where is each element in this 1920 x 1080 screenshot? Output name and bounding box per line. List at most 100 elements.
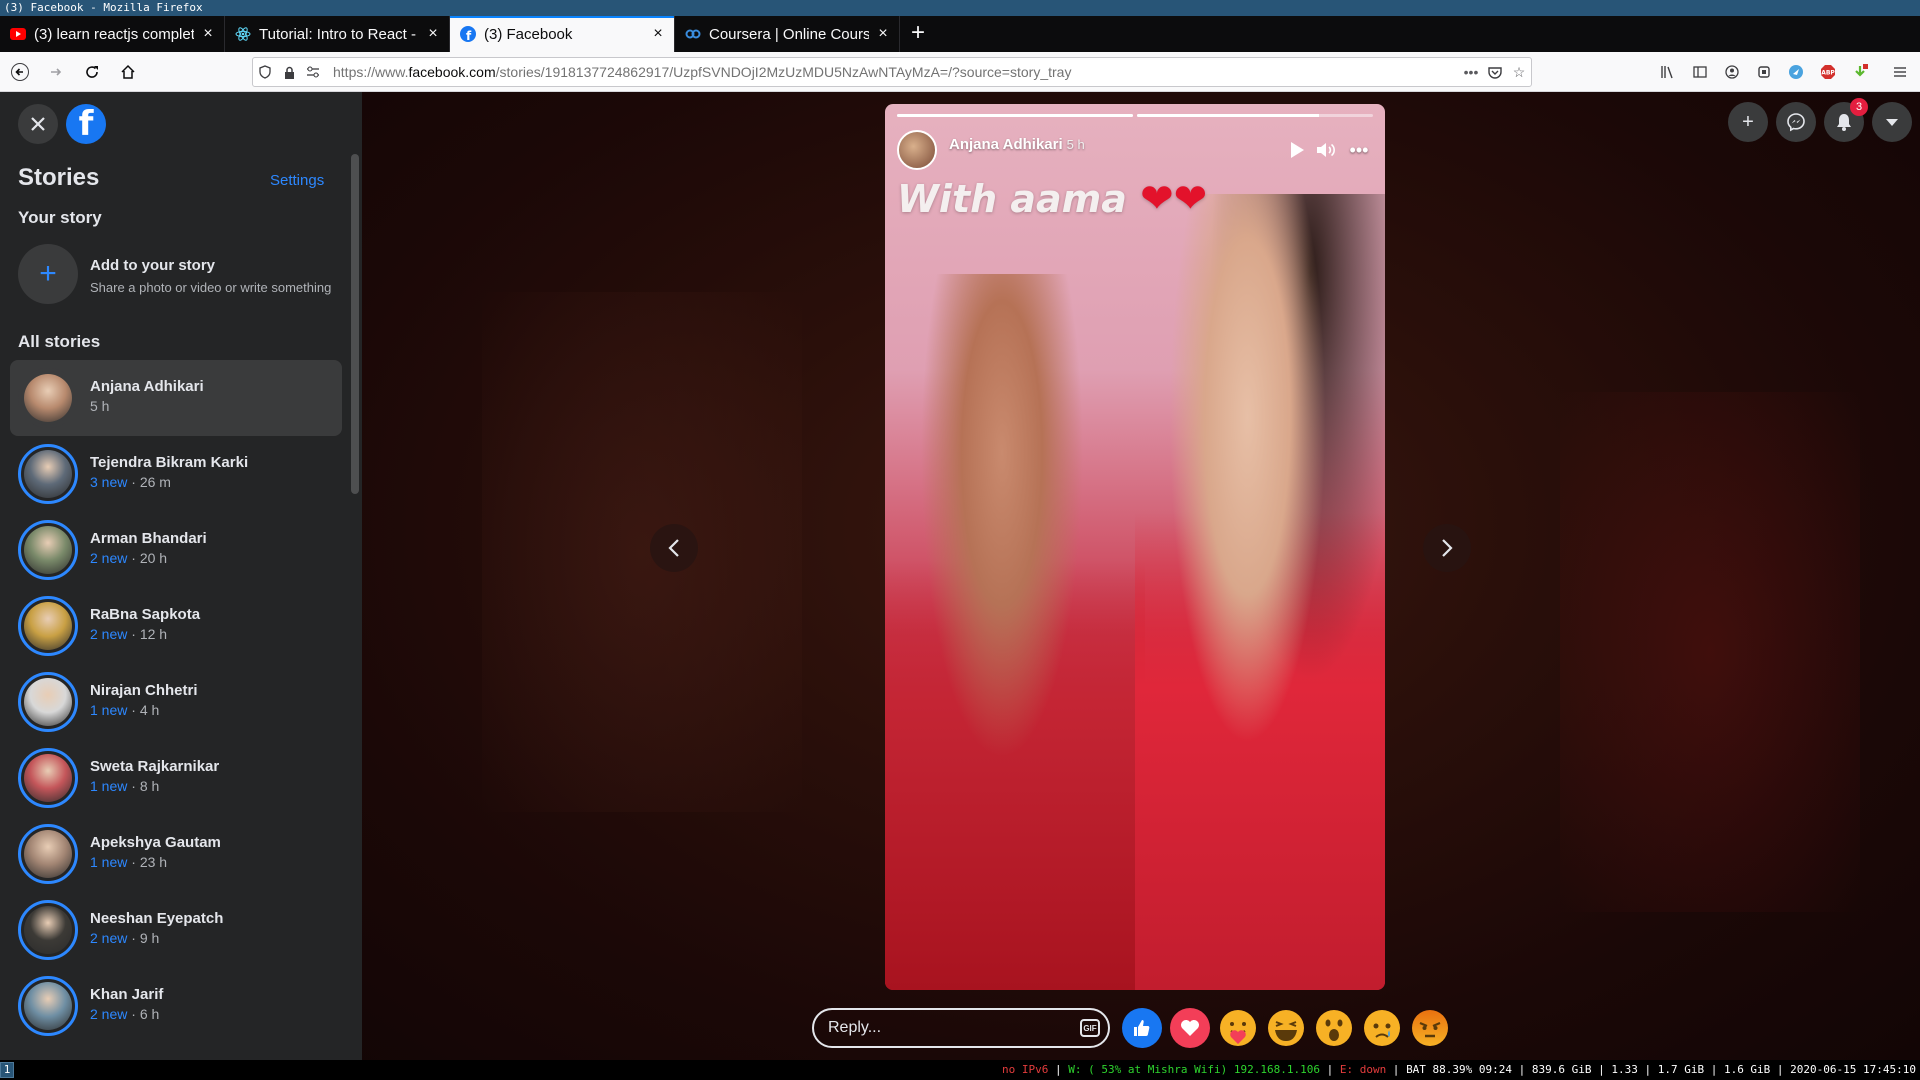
home-button[interactable] bbox=[112, 56, 144, 88]
tab-label: (3) Facebook bbox=[484, 25, 573, 43]
story-card[interactable]: Anjana Adhikari 5 h ••• With aama ❤❤ bbox=[885, 104, 1385, 990]
tracking-protection-icon[interactable] bbox=[253, 60, 277, 84]
story-item[interactable]: Nirajan Chhetri 1 new · 4 h bbox=[10, 664, 342, 740]
sidebar-scrollbar[interactable] bbox=[351, 154, 359, 1060]
status-items: no IPv6 | W: ( 53% at Mishra Wifi) 192.1… bbox=[1002, 1063, 1916, 1076]
page-actions-icon[interactable]: ••• bbox=[1459, 60, 1483, 84]
lock-icon[interactable] bbox=[277, 60, 301, 84]
close-icon[interactable]: × bbox=[200, 26, 216, 42]
play-button[interactable] bbox=[1281, 134, 1313, 166]
create-button[interactable]: + bbox=[1728, 102, 1768, 142]
hamburger-menu-icon[interactable] bbox=[1884, 56, 1916, 88]
notifications-button[interactable]: 3 bbox=[1824, 98, 1868, 142]
avatar[interactable] bbox=[18, 900, 78, 960]
tab-youtube[interactable]: (3) learn reactjs complet × bbox=[0, 16, 225, 52]
story-item[interactable]: Tejendra Bikram Karki 3 new · 26 m bbox=[10, 436, 342, 512]
story-meta: 1 new · 4 h bbox=[90, 702, 160, 718]
story-meta: 2 new · 12 h bbox=[90, 626, 168, 642]
avatar[interactable] bbox=[18, 672, 78, 732]
next-story-button[interactable] bbox=[1423, 524, 1471, 572]
your-story-heading: Your story bbox=[18, 208, 102, 227]
story-time: 12 h bbox=[139, 626, 168, 642]
angry-reaction-icon[interactable] bbox=[1410, 1008, 1450, 1048]
extension-bird-icon[interactable] bbox=[1780, 56, 1812, 88]
pocket-icon[interactable] bbox=[1483, 60, 1507, 84]
adblock-icon[interactable]: ABP bbox=[1812, 56, 1844, 88]
avatar-image bbox=[24, 754, 72, 802]
story-item[interactable]: Sweta Rajkarnikar 1 new · 8 h bbox=[10, 740, 342, 816]
reload-button[interactable] bbox=[76, 56, 108, 88]
bookmark-star-icon[interactable]: ☆ bbox=[1507, 60, 1531, 84]
stories-heading: Stories bbox=[18, 164, 100, 191]
avatar[interactable] bbox=[18, 976, 78, 1036]
close-stories-button[interactable] bbox=[18, 104, 58, 144]
reply-input[interactable] bbox=[828, 1019, 1068, 1037]
wifi-status: W: ( 53% at Mishra Wifi) 192.168.1.106 bbox=[1068, 1063, 1320, 1076]
download-extension-icon[interactable] bbox=[1844, 56, 1876, 88]
avatar-image bbox=[24, 830, 72, 878]
url-bar[interactable]: https://www.facebook.com/stories/1918137… bbox=[252, 57, 1532, 87]
story-item[interactable]: Arman Bhandari 2 new · 20 h bbox=[10, 512, 342, 588]
url-text[interactable]: https://www.facebook.com/stories/1918137… bbox=[333, 64, 1459, 80]
story-author[interactable]: Anjana Adhikari 5 h bbox=[949, 136, 1085, 153]
story-list: Anjana Adhikari 5 h Tejendra Bikram Karki 3… bbox=[10, 360, 342, 1044]
scrollbar-thumb[interactable] bbox=[351, 154, 359, 494]
author-avatar[interactable] bbox=[897, 130, 937, 170]
story-author-name: RaBna Sapkota bbox=[90, 606, 201, 623]
workspace-button[interactable]: 1 bbox=[0, 1062, 14, 1078]
account-icon[interactable] bbox=[1716, 56, 1748, 88]
previous-story-button[interactable] bbox=[650, 524, 698, 572]
wow-reaction-icon[interactable] bbox=[1314, 1008, 1354, 1048]
story-item[interactable]: RaBna Sapkota 2 new · 12 h bbox=[10, 588, 342, 664]
close-icon[interactable]: × bbox=[650, 26, 666, 42]
mute-button[interactable] bbox=[1311, 134, 1343, 166]
permissions-icon[interactable] bbox=[301, 60, 325, 84]
story-time: 26 m bbox=[139, 474, 171, 490]
avatar-image bbox=[24, 526, 72, 574]
new-tab-button[interactable]: + bbox=[900, 16, 936, 52]
add-story-title[interactable]: Add to your story bbox=[90, 257, 215, 274]
tab-facebook[interactable]: f (3) Facebook × bbox=[450, 16, 675, 52]
new-count: 1 new bbox=[90, 778, 128, 794]
facebook-logo-icon[interactable]: f bbox=[66, 104, 106, 144]
story-item[interactable]: Neeshan Eyepatch 2 new · 9 h bbox=[10, 892, 342, 968]
tab-label: (3) learn reactjs complet bbox=[34, 25, 194, 43]
avatar[interactable] bbox=[18, 368, 78, 428]
care-reaction-icon[interactable] bbox=[1218, 1008, 1258, 1048]
close-icon[interactable]: × bbox=[875, 26, 891, 42]
tab-coursera[interactable]: Coursera | Online Course × bbox=[675, 16, 900, 52]
tab-label: Tutorial: Intro to React - bbox=[259, 25, 417, 43]
forward-button[interactable] bbox=[40, 56, 72, 88]
sad-reaction-icon[interactable] bbox=[1362, 1008, 1402, 1048]
love-reaction-icon[interactable] bbox=[1170, 1008, 1210, 1048]
avatar[interactable] bbox=[18, 824, 78, 884]
close-icon[interactable]: × bbox=[425, 26, 441, 42]
new-count: 3 new bbox=[90, 474, 128, 490]
avatar[interactable] bbox=[18, 748, 78, 808]
add-story-button[interactable]: + bbox=[18, 244, 78, 304]
avatar[interactable] bbox=[18, 444, 78, 504]
story-item[interactable]: Anjana Adhikari 5 h bbox=[10, 360, 342, 436]
reply-field[interactable]: GIF bbox=[812, 1008, 1110, 1048]
gif-icon[interactable]: GIF bbox=[1080, 1019, 1100, 1037]
tab-react-tutorial[interactable]: Tutorial: Intro to React - × bbox=[225, 16, 450, 52]
haha-reaction-icon[interactable] bbox=[1266, 1008, 1306, 1048]
story-progress-bar bbox=[897, 114, 1373, 117]
messenger-button[interactable] bbox=[1776, 102, 1816, 142]
screenshot-icon[interactable] bbox=[1748, 56, 1780, 88]
story-item[interactable]: Khan Jarif 2 new · 6 h bbox=[10, 968, 342, 1044]
library-icon[interactable] bbox=[1652, 56, 1684, 88]
reply-bar: GIF bbox=[812, 1006, 1450, 1050]
new-count: 2 new bbox=[90, 550, 128, 566]
avatar[interactable] bbox=[18, 520, 78, 580]
sidebar-toggle-icon[interactable] bbox=[1684, 56, 1716, 88]
story-item[interactable]: Apekshya Gautam 1 new · 23 h bbox=[10, 816, 342, 892]
story-options-button[interactable]: ••• bbox=[1343, 134, 1375, 166]
avatar[interactable] bbox=[18, 596, 78, 656]
account-menu-button[interactable] bbox=[1872, 102, 1912, 142]
back-button[interactable] bbox=[4, 56, 36, 88]
story-time: 6 h bbox=[139, 1006, 160, 1022]
settings-link[interactable]: Settings bbox=[270, 172, 324, 189]
react-icon bbox=[235, 26, 251, 42]
like-reaction-icon[interactable] bbox=[1122, 1008, 1162, 1048]
